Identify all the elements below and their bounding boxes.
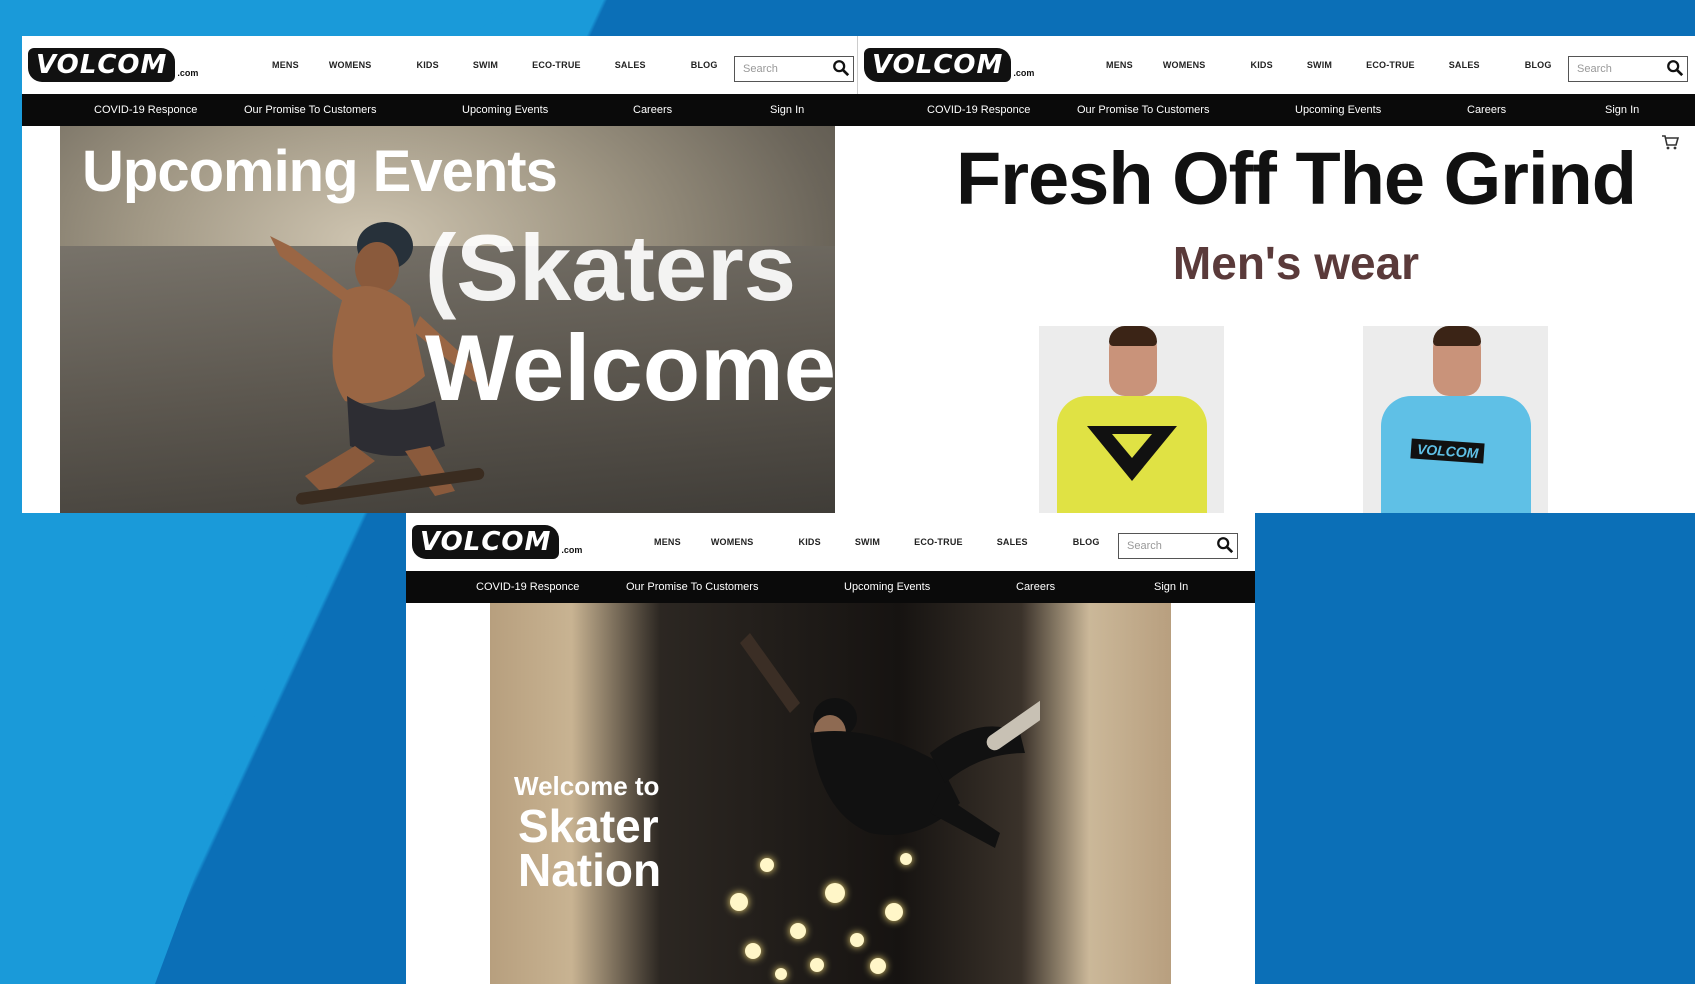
subnav-covid[interactable]: COVID-19 Responce — [927, 94, 1030, 126]
subnav-events[interactable]: Upcoming Events — [844, 571, 930, 603]
hero-subtitle-2: Welcome) — [425, 315, 857, 420]
volcom-v-logo — [1087, 426, 1177, 481]
nav-swim[interactable]: SWIM — [1307, 60, 1332, 70]
nav-womens[interactable]: WOMENS — [329, 60, 372, 70]
volcom-logo[interactable]: VOLCOM .com — [864, 46, 1034, 82]
subnav-covid[interactable]: COVID-19 Responce — [94, 94, 197, 126]
subnav-events[interactable]: Upcoming Events — [1295, 94, 1381, 126]
subnav-careers[interactable]: Careers — [633, 94, 672, 126]
subnav-promise[interactable]: Our Promise To Customers — [244, 94, 376, 126]
site-header: VOLCOM .com MENS WOMENS KIDS SWIM ECO-TR… — [857, 36, 1695, 94]
nav-sales[interactable]: SALES — [1449, 60, 1480, 70]
site-header: VOLCOM .com MENS WOMENS KIDS SWIM ECO-TR… — [406, 513, 1255, 571]
hero-welcome-line1: Welcome to — [514, 771, 660, 801]
subnav-events[interactable]: Upcoming Events — [462, 94, 548, 126]
nav-eco-true[interactable]: ECO-TRUE — [914, 537, 963, 547]
site-header: VOLCOM .com MENS WOMENS KIDS SWIM ECO-TR… — [22, 36, 857, 94]
nav-kids[interactable]: KIDS — [1251, 60, 1273, 70]
search-input[interactable]: Search — [1118, 533, 1238, 559]
screenshot-mens-wear: VOLCOM .com MENS WOMENS KIDS SWIM ECO-TR… — [857, 36, 1695, 513]
nav-swim[interactable]: SWIM — [473, 60, 498, 70]
hero-image-skater-jump: Welcome to Skater Nation — [490, 603, 1171, 984]
search-input[interactable]: Search — [1568, 56, 1688, 82]
subnav-covid[interactable]: COVID-19 Responce — [476, 571, 579, 603]
subnav-careers[interactable]: Careers — [1016, 571, 1055, 603]
nav-kids[interactable]: KIDS — [799, 537, 821, 547]
nav-blog[interactable]: BLOG — [1073, 537, 1100, 547]
product-yellow-tee[interactable] — [1039, 326, 1224, 513]
nav-eco-true[interactable]: ECO-TRUE — [532, 60, 581, 70]
nav-womens[interactable]: WOMENS — [711, 537, 754, 547]
nav-eco-true[interactable]: ECO-TRUE — [1366, 60, 1415, 70]
page-title: Fresh Off The Grind — [956, 137, 1637, 220]
hero-subtitle-1: (Skaters — [425, 215, 796, 320]
nav-blog[interactable]: BLOG — [691, 60, 718, 70]
search-input[interactable]: Search — [734, 56, 854, 82]
main-nav: MENS WOMENS KIDS SWIM ECO-TRUE SALES BLO… — [272, 36, 718, 94]
nav-womens[interactable]: WOMENS — [1163, 60, 1206, 70]
hero-image-skatepark: Upcoming Events (Skaters Welcome) — [60, 126, 857, 513]
nav-mens[interactable]: MENS — [1106, 60, 1133, 70]
nav-mens[interactable]: MENS — [272, 60, 299, 70]
screenshot-skater-nation: VOLCOM .com MENS WOMENS KIDS SWIM ECO-TR… — [406, 513, 1255, 984]
shirt-logo-text: VOLCOM — [1410, 438, 1486, 464]
main-nav: MENS WOMENS KIDS SWIM ECO-TRUE SALES BLO… — [1106, 36, 1552, 94]
product-blue-tee[interactable]: VOLCOM — [1363, 326, 1548, 513]
hero-welcome-line3: Nation — [518, 844, 662, 896]
subnav-signin[interactable]: Sign In — [1605, 94, 1639, 126]
hero-title: Upcoming Events — [82, 139, 558, 204]
search-icon[interactable] — [1216, 536, 1234, 554]
subnav-signin[interactable]: Sign In — [1154, 571, 1188, 603]
subnav-careers[interactable]: Careers — [1467, 94, 1506, 126]
skater-jump-image — [740, 633, 1040, 848]
main-nav: MENS WOMENS KIDS SWIM ECO-TRUE SALES BLO… — [654, 513, 1100, 571]
nav-mens[interactable]: MENS — [654, 537, 681, 547]
volcom-logo[interactable]: VOLCOM .com — [28, 46, 198, 82]
sub-nav: COVID-19 Responce Our Promise To Custome… — [857, 94, 1695, 126]
search-icon[interactable] — [1666, 59, 1684, 77]
search-icon[interactable] — [832, 59, 850, 77]
subnav-signin[interactable]: Sign In — [770, 94, 804, 126]
sub-nav: COVID-19 Responce Our Promise To Custome… — [22, 94, 857, 126]
subnav-promise[interactable]: Our Promise To Customers — [1077, 94, 1209, 126]
subnav-promise[interactable]: Our Promise To Customers — [626, 571, 758, 603]
sub-nav: COVID-19 Responce Our Promise To Custome… — [406, 571, 1255, 603]
volcom-logo[interactable]: VOLCOM .com — [412, 523, 582, 559]
nav-blog[interactable]: BLOG — [1525, 60, 1552, 70]
nav-swim[interactable]: SWIM — [855, 537, 880, 547]
section-subtitle: Men's wear — [1172, 237, 1420, 289]
nav-kids[interactable]: KIDS — [417, 60, 439, 70]
screenshot-upcoming-events: VOLCOM .com MENS WOMENS KIDS SWIM ECO-TR… — [22, 36, 857, 513]
nav-sales[interactable]: SALES — [997, 537, 1028, 547]
nav-sales[interactable]: SALES — [615, 60, 646, 70]
